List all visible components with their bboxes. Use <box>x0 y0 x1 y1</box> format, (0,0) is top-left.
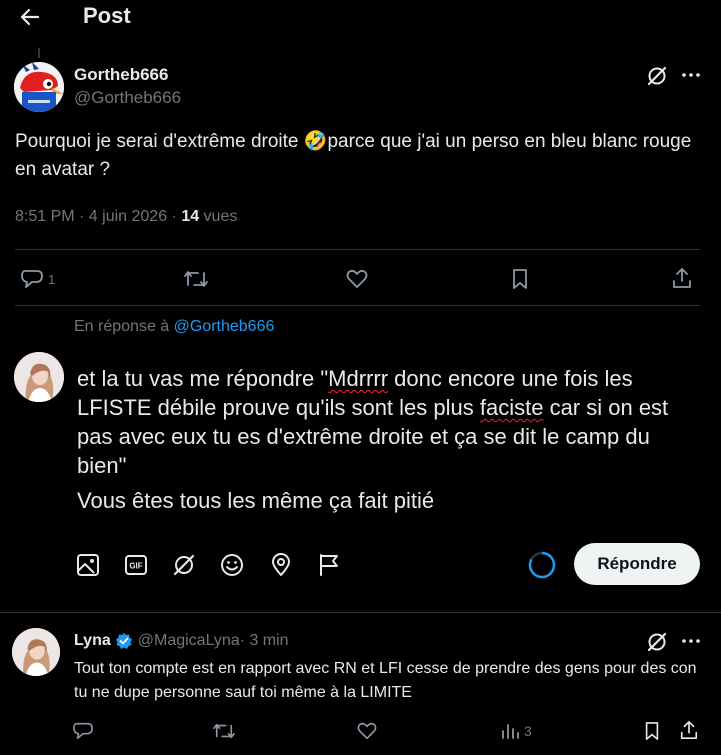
post-timestamp[interactable]: 8:51 PM · 4 juin 2026 · <box>15 208 181 225</box>
grok-icon[interactable] <box>171 552 197 578</box>
laughing-emoji-icon: 🤣 <box>303 131 328 152</box>
repost-action[interactable] <box>212 721 236 741</box>
bookmark-icon <box>513 269 527 289</box>
reply-post-text: Tout ton compte est en rapport avec RN e… <box>74 660 697 701</box>
views-action[interactable]: 3 <box>500 721 532 741</box>
bookmark-action[interactable] <box>510 268 530 290</box>
divider <box>15 249 700 250</box>
heart-icon <box>357 722 377 740</box>
divider <box>0 612 721 613</box>
compose-line: et la tu vas me répondre "Mdrrrr donc en… <box>77 364 697 480</box>
share-action[interactable] <box>671 267 693 289</box>
compose-line: Vous êtes tous les même ça fait pitié <box>77 488 435 513</box>
share-icon <box>673 268 691 288</box>
heart-icon <box>346 269 368 288</box>
reply-to-handle[interactable]: @Gortheb666 <box>174 318 275 335</box>
reply-count: 1 <box>48 271 56 287</box>
author-handle[interactable]: @MagicaLyna <box>138 631 240 651</box>
reply-to-label: En réponse à @Gortheb666 <box>74 316 274 338</box>
grok-icon[interactable] <box>646 631 668 653</box>
back-arrow-icon[interactable] <box>14 4 44 30</box>
reply-header: Lyna @MagicaLyna · 3 min <box>74 631 289 651</box>
author-name[interactable]: Gortheb666 <box>74 65 168 85</box>
verified-badge-icon <box>115 632 133 650</box>
reply-textarea[interactable]: et la tu vas me répondre "Mdrrrr donc en… <box>77 364 697 515</box>
grok-icon[interactable] <box>646 65 668 87</box>
post-meta: 8:51 PM · 4 juin 2026 · 14 vues <box>15 206 237 228</box>
reply-icon <box>21 270 43 288</box>
views-label: vues <box>199 208 238 225</box>
reply-timestamp[interactable]: · 3 min <box>240 631 289 651</box>
character-count-ring <box>527 550 557 580</box>
repost-icon <box>184 271 208 287</box>
post-text: Pourquoi je serai d'extrême droite 🤣parc… <box>15 128 695 184</box>
bookmark-icon <box>645 722 659 740</box>
location-icon[interactable] <box>268 552 294 578</box>
author-handle[interactable]: @Gortheb666 <box>74 88 181 108</box>
analytics-icon <box>502 724 519 739</box>
svg-text:GIF: GIF <box>129 562 142 571</box>
divider <box>15 305 700 306</box>
reply-button[interactable]: Répondre <box>574 543 700 585</box>
author-name[interactable]: Lyna <box>74 631 111 651</box>
share-icon <box>680 721 698 739</box>
repost-action[interactable] <box>183 268 209 290</box>
image-icon[interactable] <box>75 552 101 578</box>
bookmark-action[interactable] <box>643 721 661 741</box>
more-icon[interactable] <box>680 66 702 84</box>
reply-action[interactable]: 1 <box>20 268 55 290</box>
flag-icon[interactable] <box>316 552 342 578</box>
avatar[interactable] <box>12 628 60 676</box>
emoji-icon[interactable] <box>219 552 245 578</box>
spellcheck-word: Mdrrrr <box>328 366 389 391</box>
thread-line <box>38 48 40 58</box>
avatar[interactable] <box>14 62 64 112</box>
views-count: 14 <box>181 208 200 225</box>
reply-icon <box>73 722 93 740</box>
reply-to-prefix: En réponse à <box>74 318 174 335</box>
top-bar: Post <box>0 0 721 36</box>
spellcheck-word: faciste <box>479 395 544 420</box>
compose-text: et la tu vas me répondre " <box>77 366 329 391</box>
like-action[interactable] <box>356 721 378 741</box>
more-icon[interactable] <box>680 632 702 650</box>
like-action[interactable] <box>345 268 369 290</box>
share-action[interactable] <box>679 720 699 740</box>
repost-icon <box>213 723 235 739</box>
reply-action[interactable] <box>72 721 94 741</box>
post-text-part: Pourquoi je serai d'extrême droite <box>15 131 304 152</box>
views-count: 3 <box>524 723 532 739</box>
avatar[interactable] <box>14 352 64 402</box>
gif-icon[interactable]: GIF <box>123 552 149 578</box>
page-title: Post <box>83 3 131 28</box>
